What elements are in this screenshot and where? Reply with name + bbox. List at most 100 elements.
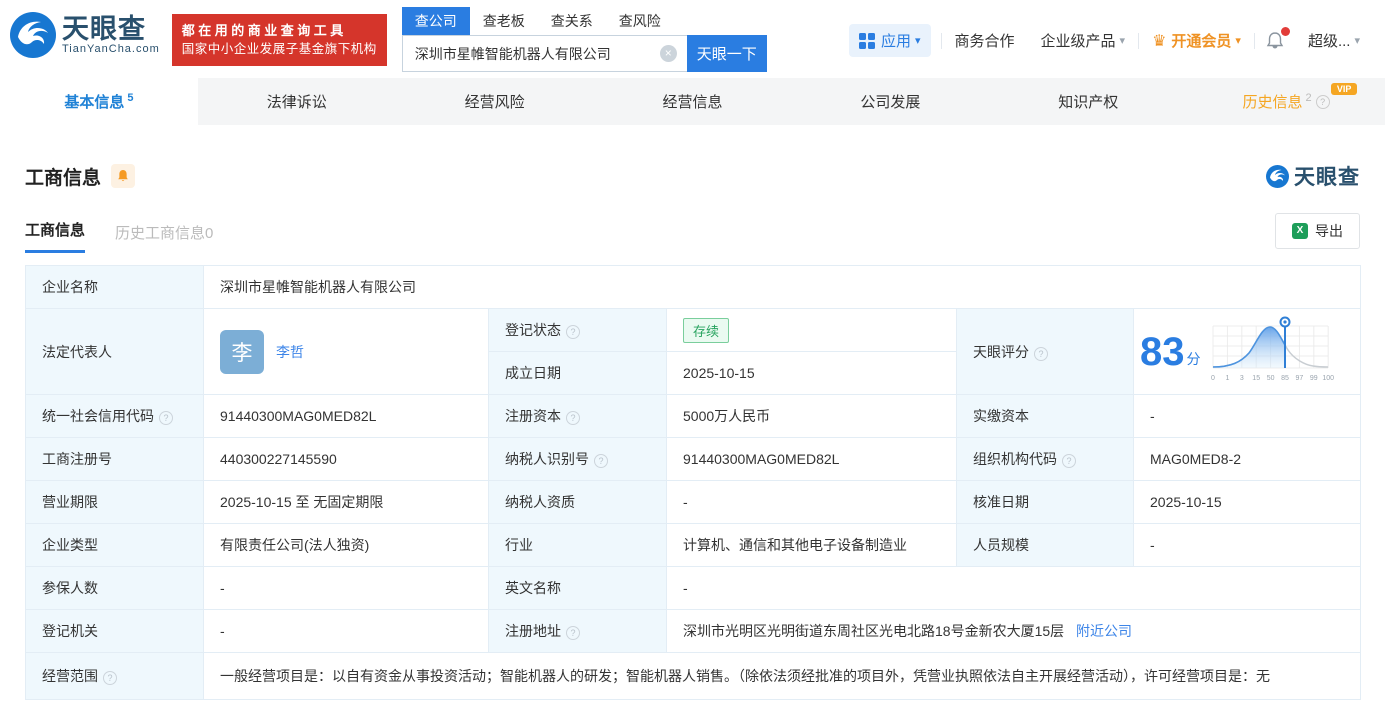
watermark-logo: 天眼查 (1266, 161, 1360, 191)
help-icon[interactable]: ? (566, 411, 580, 425)
credit-code-value: 91440300MAG0MED82L (203, 394, 489, 438)
tab-intellectual-property[interactable]: 知识产权 (989, 78, 1187, 125)
help-icon[interactable]: ? (566, 325, 580, 339)
help-icon[interactable]: ? (103, 671, 117, 685)
excel-icon: X (1292, 223, 1308, 239)
svg-text:97: 97 (1295, 375, 1303, 382)
insured-count-label: 参保人数 (25, 566, 204, 610)
legal-rep-label: 法定代表人 (25, 308, 204, 395)
score-cell: 83 分 0 1 3 15 50 85 97 99 100 (1132, 308, 1362, 395)
score-distribution-chart: 0 1 3 15 50 85 97 99 100 (1211, 316, 1334, 382)
business-scope-value: 一般经营项目是：以自有资金从事投资活动；智能机器人的研发；智能机器人销售。（除依… (202, 652, 1362, 700)
svg-text:99: 99 (1309, 375, 1317, 382)
search-tab-company[interactable]: 查公司 (401, 7, 470, 35)
search-tab-relation[interactable]: 查关系 (538, 7, 606, 35)
subtab-business-info[interactable]: 工商信息 (25, 219, 86, 253)
staff-size-label: 人员规模 (956, 523, 1134, 567)
svg-text:3: 3 (1239, 375, 1243, 382)
industry-label: 行业 (488, 523, 667, 567)
help-icon[interactable]: ? (1034, 346, 1048, 361)
legal-rep-avatar[interactable]: 李 (220, 329, 264, 374)
industry-value: 计算机、通信和其他电子设备制造业 (666, 523, 957, 567)
business-term-label: 营业期限 (25, 480, 204, 524)
tab-operating-risk[interactable]: 经营风险 (396, 78, 594, 125)
reg-status-value: 存续 (666, 308, 957, 352)
org-code-label: 组织机构代码? (956, 437, 1134, 481)
tab-count: 2 (1305, 91, 1312, 104)
tab-count: 5 (127, 91, 134, 104)
subtab-history-business-info[interactable]: 历史工商信息0 (115, 222, 213, 253)
help-icon[interactable]: ? (159, 411, 173, 425)
menu-vip[interactable]: ♛ 开通会员 ▾ (1139, 30, 1254, 51)
menu-user[interactable]: 超级... ▾ (1295, 30, 1373, 51)
notification-dot (1280, 26, 1290, 36)
menu-enterprise[interactable]: 企业级产品 ▾ (1028, 30, 1139, 51)
clear-icon[interactable]: × (659, 45, 677, 62)
help-icon[interactable]: ? (566, 626, 580, 640)
reg-capital-value: 5000万人民币 (666, 394, 957, 438)
taxpayer-id-label: 纳税人识别号? (488, 437, 667, 481)
nearby-companies-link[interactable]: 附近公司 (1076, 623, 1132, 639)
score-value: 83 (1140, 329, 1185, 374)
slogan-line1: 都在用的商业查询工具 (181, 23, 347, 38)
help-icon[interactable]: ? (1315, 94, 1330, 109)
vip-badge: VIP (1330, 83, 1358, 95)
company-type-value: 有限责任公司(法人独资) (203, 523, 489, 567)
page-title: 工商信息 (25, 167, 102, 189)
chevron-down-icon: ▾ (1119, 35, 1126, 47)
tab-history-info[interactable]: VIP 历史信息 2 ? (1187, 78, 1385, 125)
slogan-banner: 都在用的商业查询工具 国家中小企业发展子基金旗下机构 (171, 14, 387, 66)
search-button[interactable]: 天眼一下 (686, 35, 767, 72)
reg-authority-value: - (203, 609, 489, 653)
table-row: 企业类型 有限责任公司(法人独资) 行业 计算机、通信和其他电子设备制造业 人员… (25, 523, 1362, 567)
credit-code-label: 统一社会信用代码? (25, 394, 204, 438)
search-tab-boss[interactable]: 查老板 (470, 7, 538, 35)
search-tabs: 查公司 查老板 查关系 查风险 (401, 7, 767, 35)
paid-capital-value: - (1132, 394, 1362, 438)
export-button[interactable]: X 导出 (1275, 213, 1360, 249)
top-menu: 应用 ▾ 商务合作 企业级产品 ▾ ♛ 开通会员 ▾ 超级... ▾ (848, 24, 1373, 57)
menu-apps[interactable]: 应用 ▾ (848, 24, 931, 57)
help-icon[interactable]: ? (1062, 454, 1076, 468)
watermark-brand: 天眼查 (1294, 166, 1360, 189)
approval-date-value: 2025-10-15 (1132, 480, 1362, 524)
svg-text:15: 15 (1252, 375, 1260, 382)
tab-legal-proceedings[interactable]: 法律诉讼 (198, 78, 396, 125)
svg-text:100: 100 (1322, 375, 1334, 382)
apps-grid-icon (858, 32, 875, 49)
english-name-label: 英文名称 (488, 566, 667, 610)
top-header: 天眼查 TianYanCha.com 都在用的商业查询工具 国家中小企业发展子基… (0, 0, 1385, 72)
table-row: 统一社会信用代码? 91440300MAG0MED82L 注册资本? 5000万… (25, 394, 1362, 438)
svg-text:50: 50 (1266, 375, 1274, 382)
brand-domain: TianYanCha.com (62, 43, 160, 55)
main-content: 工商信息 天眼查 工商信息 历史工商信息0 X 导出 企业名称 深圳市星帷智能机… (0, 161, 1385, 700)
slogan-line2: 国家中小企业发展子基金旗下机构 (181, 42, 377, 56)
insured-count-value: - (203, 566, 489, 610)
chevron-down-icon: ▾ (914, 35, 921, 47)
business-term-value: 2025-10-15 至 无固定期限 (203, 480, 489, 524)
menu-business[interactable]: 商务合作 (942, 30, 1028, 51)
svg-text:85: 85 (1281, 375, 1289, 382)
search-input[interactable] (401, 35, 687, 72)
search-area: 查公司 查老板 查关系 查风险 × 天眼一下 (401, 7, 767, 72)
monitor-bell-icon[interactable] (111, 164, 136, 188)
table-row: 法定代表人 李 李哲 登记状态? 存续 天眼评分? 83 分 0 1 3 15 … (25, 308, 1362, 395)
company-nav-tabs: 基本信息 5 法律诉讼 经营风险 经营信息 公司发展 知识产权 VIP 历史信息 … (0, 78, 1385, 125)
subtab-row: 工商信息 历史工商信息0 X 导出 (25, 213, 1360, 253)
legal-rep-link[interactable]: 李哲 (276, 342, 304, 362)
taxpayer-quali-value: - (666, 480, 957, 524)
tab-company-development[interactable]: 公司发展 (791, 78, 989, 125)
svg-text:0: 0 (1211, 375, 1215, 382)
chevron-down-icon: ▾ (1235, 35, 1241, 47)
search-tab-risk[interactable]: 查风险 (606, 7, 674, 35)
help-icon[interactable]: ? (594, 454, 608, 468)
tab-operating-info[interactable]: 经营信息 (594, 78, 792, 125)
approval-date-label: 核准日期 (956, 480, 1134, 524)
svg-text:1: 1 (1225, 375, 1229, 382)
business-scope-label: 经营范围? (25, 652, 204, 700)
tab-basic-info[interactable]: 基本信息 5 (0, 78, 198, 125)
logo-swirl-icon (10, 12, 56, 58)
tianyancha-logo[interactable]: 天眼查 TianYanCha.com (10, 12, 160, 58)
notification-bell-icon[interactable] (1255, 26, 1295, 51)
reg-number-label: 工商注册号 (25, 437, 204, 481)
